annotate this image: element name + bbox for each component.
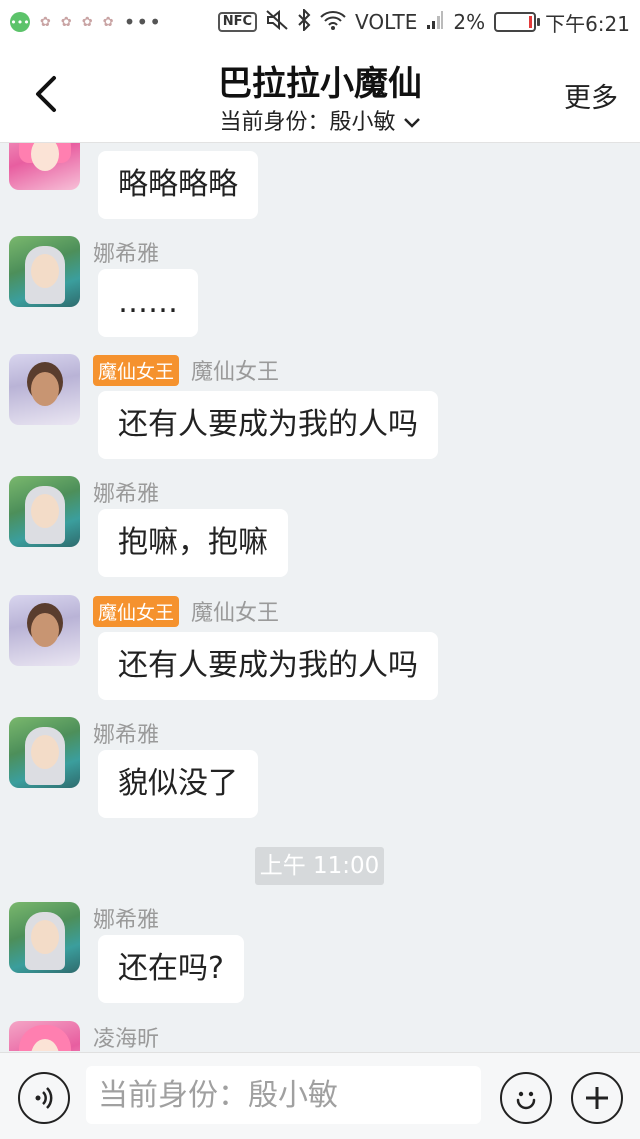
avatar[interactable] <box>9 902 80 973</box>
message-bubble[interactable]: 还有人要成为我的人吗 <box>98 632 438 700</box>
app-icon: ✿ <box>60 14 72 30</box>
avatar[interactable] <box>9 354 80 425</box>
app-icon: ✿ <box>81 14 93 30</box>
sender-name: 娜希雅 <box>93 242 160 267</box>
mute-icon <box>266 9 288 35</box>
message-input[interactable] <box>86 1066 481 1124</box>
time-divider: 上午 11:00 <box>255 847 384 885</box>
input-bar <box>0 1052 640 1139</box>
chevron-down-icon <box>403 118 420 128</box>
emoji-button[interactable] <box>500 1072 552 1124</box>
app-icon: ✿ <box>40 14 51 30</box>
voice-icon <box>35 1087 53 1109</box>
battery-percent: 2% <box>453 10 486 34</box>
battery-level <box>529 16 533 28</box>
more-button[interactable]: 更多 <box>564 76 618 115</box>
notification-icon: ••• <box>10 12 30 32</box>
sender-name: 凌海昕 <box>93 1027 160 1051</box>
chat-header: 巴拉拉小魔仙 当前身份：殷小敏 更多 <box>0 44 640 143</box>
sender-row: 魔仙女王 魔仙女王 <box>93 595 279 627</box>
avatar[interactable] <box>9 595 80 666</box>
status-right: NFC VOLTE 2% 下午6:21 <box>217 7 640 37</box>
bluetooth-icon <box>297 7 311 36</box>
voice-button[interactable] <box>18 1072 70 1124</box>
sender-row: 娜希雅 <box>93 476 159 508</box>
message-input-box[interactable] <box>86 1066 481 1124</box>
avatar[interactable] <box>9 717 80 788</box>
avatar[interactable] <box>9 143 80 190</box>
status-bar: ••• ✿ ✿ ✿ ✿ ••• NFC VOLTE 2% 下午6:21 <box>0 0 640 44</box>
app-icon: ✿ <box>102 14 114 30</box>
message-list[interactable]: 略略略略 娜希雅 …… 魔仙女王 魔仙女王 还有人要成为我的人吗 娜希雅 抱嘛，… <box>0 143 640 1051</box>
avatar[interactable] <box>9 236 80 307</box>
avatar[interactable] <box>9 476 80 547</box>
sender-name: 娜希雅 <box>93 723 160 748</box>
identity-label: 当前身份：殷小敏 <box>219 110 396 135</box>
identity-selector[interactable]: 当前身份：殷小敏 <box>0 104 640 136</box>
sender-row: 娜希雅 <box>93 236 159 268</box>
smiley-icon <box>516 1091 536 1110</box>
avatar[interactable] <box>9 1021 80 1051</box>
page-title: 巴拉拉小魔仙 <box>218 64 422 104</box>
wifi-icon <box>320 10 346 35</box>
nfc-icon: NFC <box>217 12 258 32</box>
battery-icon <box>494 12 541 32</box>
message-bubble[interactable]: 还有人要成为我的人吗 <box>98 391 438 459</box>
message-bubble[interactable]: 貌似没了 <box>98 750 258 818</box>
sender-row: 魔仙女王 魔仙女王 <box>93 354 279 386</box>
plus-icon <box>586 1087 608 1109</box>
message-bubble[interactable]: 略略略略 <box>98 151 258 219</box>
message-bubble[interactable]: 还在吗? <box>98 935 244 1003</box>
status-left: ••• ✿ ✿ ✿ ✿ ••• <box>0 10 162 34</box>
sender-row: 娜希雅 <box>93 717 159 749</box>
message-bubble[interactable]: 抱嘛，抱嘛 <box>98 509 288 577</box>
sender-name: 魔仙女王 <box>191 360 280 385</box>
sender-name: 娜希雅 <box>93 482 160 507</box>
role-badge: 魔仙女王 <box>93 595 180 627</box>
network-type: VOLTE <box>355 10 418 34</box>
sender-row: 凌海昕 <box>93 1021 159 1051</box>
more-dots: ••• <box>123 10 163 34</box>
sender-row: 娜希雅 <box>93 902 159 934</box>
message-bubble[interactable]: …… <box>98 269 198 337</box>
role-badge: 魔仙女王 <box>93 354 180 386</box>
sender-name: 娜希雅 <box>93 908 160 933</box>
clock: 下午6:21 <box>545 11 630 36</box>
signal-icon <box>426 10 444 35</box>
sender-name: 魔仙女王 <box>191 601 280 626</box>
add-button[interactable] <box>571 1072 623 1124</box>
